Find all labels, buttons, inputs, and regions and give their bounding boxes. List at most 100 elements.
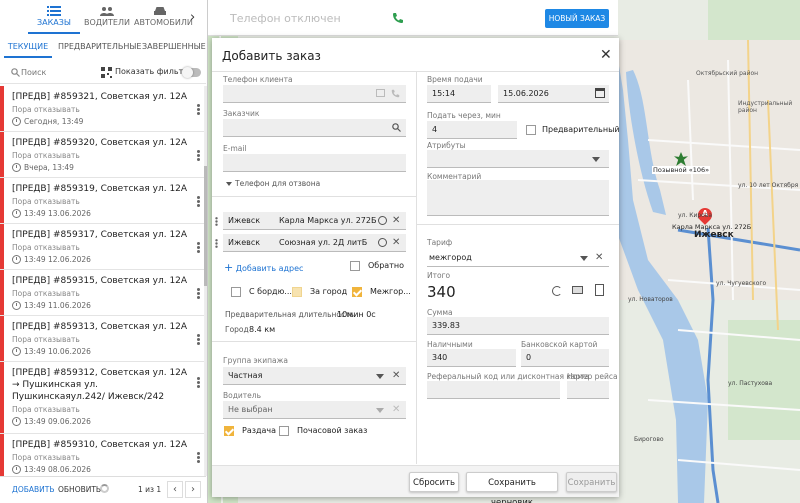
dropdown-icon[interactable] (376, 374, 384, 379)
flight-field[interactable] (567, 381, 609, 399)
total-label: Итого (427, 271, 451, 280)
subtab-completed[interactable]: ЗАВЕРШЕННЫЕ (142, 36, 206, 58)
dropdown-icon[interactable] (592, 157, 600, 162)
cash-icon[interactable] (572, 286, 583, 294)
more-icon[interactable] (197, 452, 200, 463)
tab-orders[interactable]: ЗАКАЗЫ (28, 0, 80, 34)
preliminary-label: Предварительный (542, 125, 620, 134)
driver-label: Водитель (223, 391, 261, 400)
tab-cars-label: АВТОМОБИЛИ (134, 18, 193, 27)
order-list-item[interactable]: [ПРЕДВ] #859313, Советская ул. 12А Пора о… (0, 316, 206, 362)
address-city: Ижевск (228, 216, 261, 225)
order-list-item[interactable]: [ПРЕДВ] #859312, Советская ул. 12А → Пуш… (0, 362, 206, 434)
order-status: Пора отказывать (12, 289, 80, 298)
option-checkbox-curb[interactable] (231, 287, 241, 297)
reset-button[interactable]: Сбросить (409, 472, 459, 492)
chevron-right-icon[interactable]: › (190, 10, 195, 25)
map-street-label: ул. Чугуевского (716, 280, 767, 287)
close-icon[interactable]: ✕ (600, 48, 612, 62)
subtab-preliminary[interactable]: ПРЕДВАРИТЕЛЬНЫЕ (58, 36, 142, 58)
more-icon[interactable] (197, 334, 200, 345)
hourly-checkbox[interactable] (279, 426, 289, 436)
phone-icon[interactable] (391, 89, 400, 98)
comment-field[interactable] (427, 180, 609, 216)
dropdown-icon[interactable] (580, 256, 588, 261)
tab-cars[interactable]: АВТОМОБИЛИ (134, 0, 193, 34)
search-input[interactable] (21, 65, 91, 79)
subtab-current[interactable]: ТЕКУЩИЕ (4, 36, 52, 58)
order-list-item[interactable]: [ПРЕДВ] #859319, Советская ул. 12А Пора о… (0, 178, 206, 224)
drag-handle-icon[interactable] (215, 217, 218, 226)
clear-icon[interactable]: ✕ (595, 253, 603, 263)
customer-label: Заказчик (223, 109, 260, 118)
add-address-button[interactable]: + Добавить адрес (224, 261, 303, 274)
new-order-button[interactable]: НОВЫЙ ЗАКАЗ (545, 9, 609, 28)
order-list-item[interactable]: [ПРЕДВ] #859320, Советская ул. 12А Пора о… (0, 132, 206, 178)
more-icon[interactable] (197, 196, 200, 207)
option-checkbox-outofcity[interactable] (292, 287, 302, 297)
save-draft-button[interactable]: Сохранить черновик (466, 472, 558, 503)
cash-field[interactable]: 340 (427, 349, 516, 367)
order-list-item[interactable]: [ПРЕДВ] #859317, Советская ул. 12А Пора о… (0, 224, 206, 270)
map-street-label: ул. Кирова (678, 212, 713, 219)
attributes-select[interactable] (427, 150, 609, 168)
prev-page-button[interactable]: ‹ (167, 481, 183, 498)
map-city-label: Ижевск (694, 230, 734, 240)
submit-in-field[interactable]: 4 (427, 121, 517, 139)
dropdown-icon[interactable] (376, 408, 384, 413)
address-row[interactable]: Ижевск Союзная ул. 2Д литБ ✕ (215, 234, 406, 252)
card-field[interactable]: 0 (521, 349, 609, 367)
time-field[interactable]: 15:14 (427, 85, 491, 103)
sum-field[interactable]: 339.83 (427, 317, 609, 335)
clear-icon[interactable]: ✕ (392, 405, 400, 415)
city-distance: 8.4 км (249, 325, 276, 334)
order-title: [ПРЕДВ] #859315, Советская ул. 12А (12, 276, 188, 286)
calculator-icon[interactable] (595, 284, 604, 296)
tab-drivers[interactable]: ВОДИТЕЛИ (80, 0, 134, 34)
order-list-item[interactable]: [ПРЕДВ] #859310, Советская ул. 12А Пора о… (0, 434, 206, 480)
add-address-label: Добавить адрес (235, 264, 304, 273)
customer-field[interactable] (223, 119, 406, 137)
remove-address-icon[interactable]: ✕ (392, 216, 400, 226)
drag-handle-icon[interactable] (215, 239, 218, 248)
search-icon[interactable] (392, 123, 401, 132)
next-page-button[interactable]: › (185, 481, 201, 498)
priority-bar (0, 178, 4, 223)
callback-phone-toggle[interactable]: Телефон для отзвона (235, 179, 320, 188)
more-icon[interactable] (197, 377, 200, 388)
card-icon[interactable] (376, 89, 385, 97)
clock-icon (12, 301, 21, 310)
email-field[interactable] (223, 154, 406, 172)
scrollbar[interactable] (204, 86, 207, 476)
priority-bar (0, 434, 4, 479)
refresh-button[interactable]: ОБНОВИТЬ (58, 485, 101, 494)
more-icon[interactable] (197, 104, 200, 115)
more-icon[interactable] (197, 242, 200, 253)
save-button[interactable]: Сохранить (566, 472, 617, 492)
show-filter-label: Показать фильтр (115, 67, 189, 76)
target-icon[interactable] (378, 216, 387, 225)
order-list-item[interactable]: [ПРЕДВ] #859315, Советская ул. 12А Пора о… (0, 270, 206, 316)
calendar-icon[interactable] (595, 88, 605, 98)
map-district-label: Октябрьский район (696, 70, 759, 77)
order-list-item[interactable]: [ПРЕДВ] #859321, Советская ул. 12А Пора о… (0, 86, 206, 132)
add-button[interactable]: ДОБАВИТЬ (12, 485, 55, 494)
order-time: Вчера, 13:49 (24, 163, 74, 172)
more-icon[interactable] (197, 288, 200, 299)
remove-address-icon[interactable]: ✕ (392, 238, 400, 248)
handout-checkbox[interactable] (224, 426, 234, 436)
preliminary-checkbox[interactable] (526, 125, 536, 135)
reverse-checkbox[interactable] (350, 261, 360, 271)
refresh-icon[interactable] (552, 286, 562, 296)
date-field[interactable]: 15.06.2026 (498, 85, 609, 103)
phone-icon[interactable] (392, 12, 404, 24)
option-checkbox-intercity[interactable] (352, 287, 362, 297)
duration-value: 10мин 0с (337, 310, 376, 319)
clear-icon[interactable]: ✕ (392, 371, 400, 381)
target-icon[interactable] (378, 238, 387, 247)
address-row[interactable]: Ижевск Карла Маркса ул. 272Б ✕ (215, 212, 406, 230)
filter-toggle[interactable] (182, 67, 201, 78)
referral-field[interactable] (427, 381, 560, 399)
client-phone-label: Телефон клиента (223, 75, 293, 84)
more-icon[interactable] (197, 150, 200, 161)
